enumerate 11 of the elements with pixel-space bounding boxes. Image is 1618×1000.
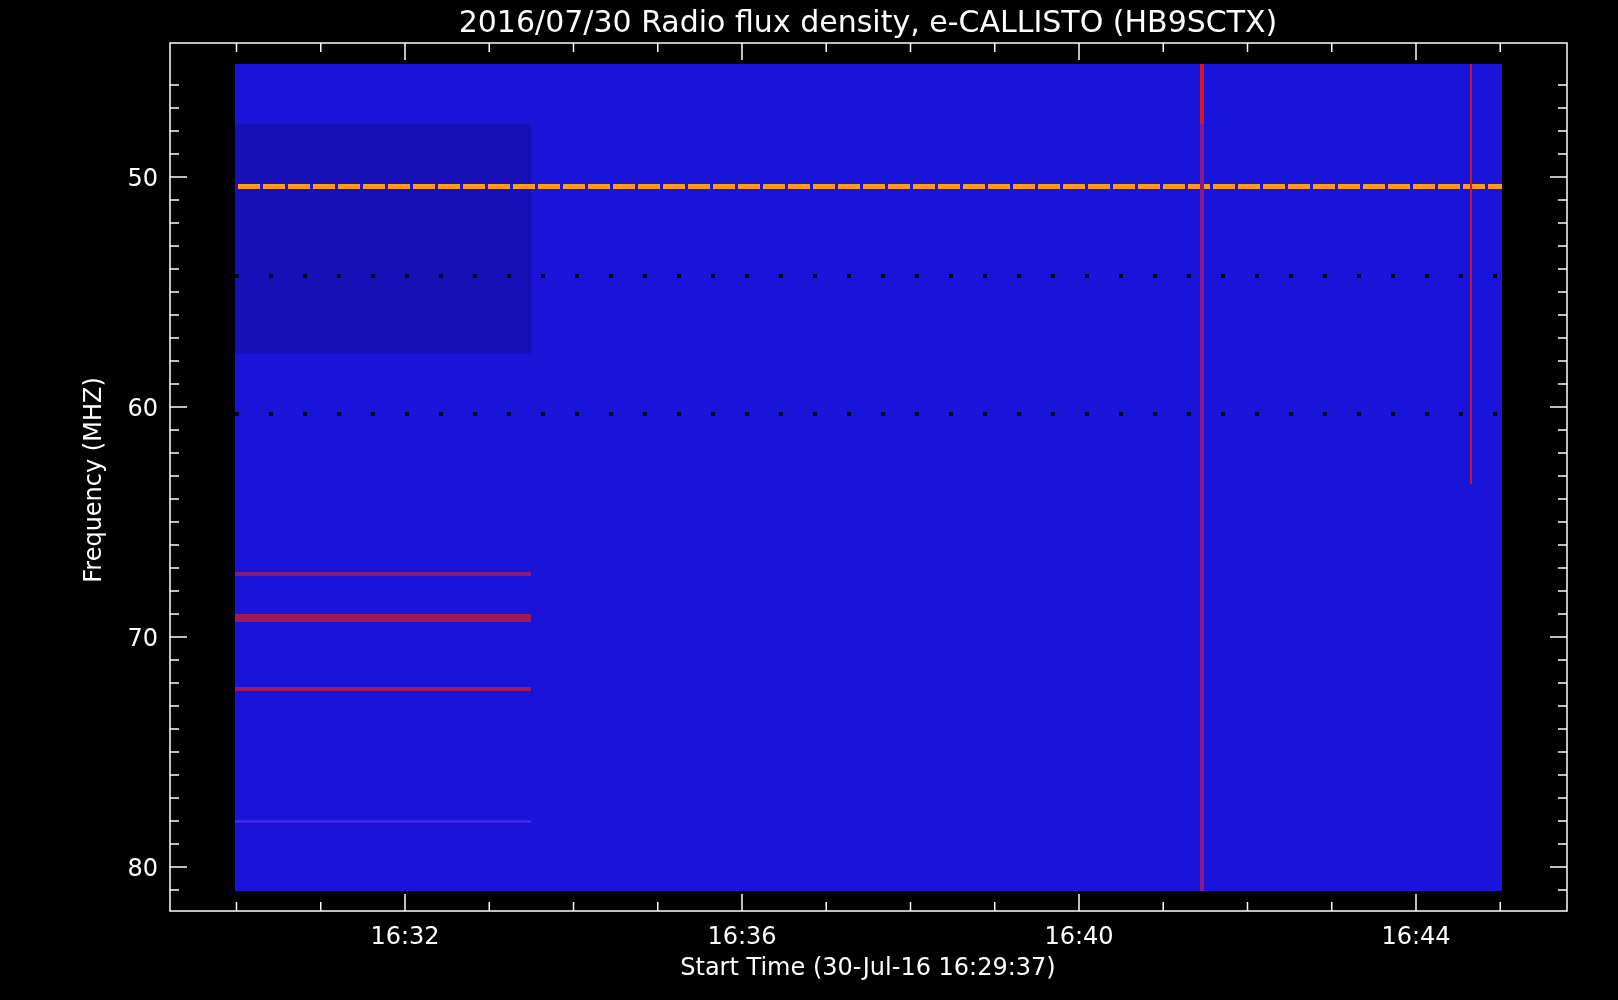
tick-label: 16:40 [1044,922,1114,950]
tick-label: 60 [127,394,158,422]
tick-label: 16:44 [1381,922,1451,950]
tick-label: 16:36 [707,922,777,950]
tick-label: 80 [127,854,158,882]
axis-label: Start Time (30-Jul-16 16:29:37) [680,953,1056,981]
axis-label: Frequency (MHZ) [79,377,107,583]
tick-label: 16:32 [370,922,440,950]
tick-label: 50 [127,164,158,192]
tick-label: 70 [127,624,158,652]
chart-title: 2016/07/30 Radio flux density, e-CALLISTO (HB9SCTX) [458,4,1278,39]
